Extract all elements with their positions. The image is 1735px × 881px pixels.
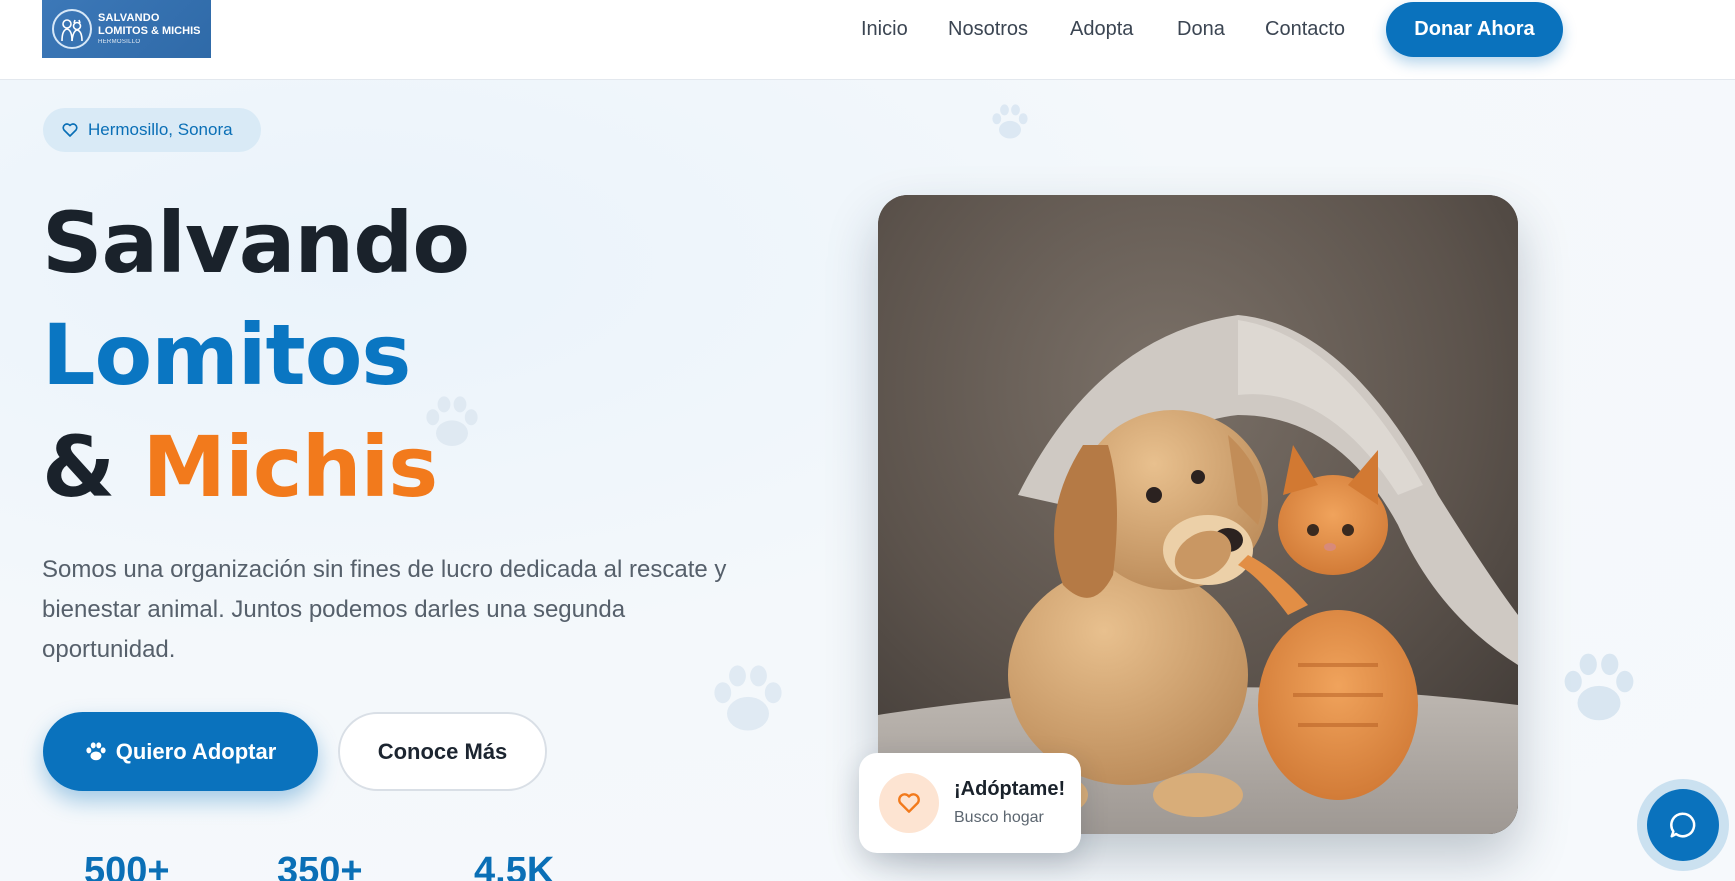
heart-icon — [62, 123, 78, 137]
hero-title-ampersand: & — [42, 418, 115, 516]
hero-image-puppy-kitten — [878, 195, 1518, 834]
hero-title-line-3: Michis — [142, 418, 439, 516]
site-header: SALVANDO LOMITOS & MICHIS HERMOSILLO Ini… — [0, 0, 1735, 80]
paw-print-decoration-icon — [1564, 653, 1634, 721]
adopt-button[interactable]: Quiero Adoptar — [43, 712, 318, 791]
chat-widget — [1637, 779, 1729, 871]
paw-icon — [86, 741, 106, 760]
nav-link-adopta[interactable]: Adopta — [1070, 18, 1133, 41]
nav-link-nosotros[interactable]: Nosotros — [948, 18, 1028, 41]
paw-print-decoration-icon — [992, 104, 1028, 139]
main-nav: Inicio Nosotros Adopta Dona Contacto Don… — [0, 0, 1735, 58]
learn-more-button[interactable]: Conoce Más — [338, 712, 547, 791]
hero-title: Salvando Lomitos & Michis — [42, 187, 470, 523]
adopt-card-title: ¡Adóptame! — [954, 778, 1066, 800]
heart-icon — [898, 793, 920, 813]
chat-button[interactable] — [1647, 789, 1719, 861]
hero-description: Somos una organización sin fines de lucr… — [42, 556, 727, 663]
nav-link-dona[interactable]: Dona — [1177, 18, 1225, 41]
chat-bubble-icon — [1670, 812, 1696, 838]
stat-value: 350+ — [277, 850, 363, 881]
stat-value: 500+ — [84, 850, 170, 881]
hero-title-line-1: Salvando — [42, 194, 470, 292]
hero-title-line-2: Lomitos — [42, 306, 411, 404]
adopt-card-subtitle: Busco hogar — [954, 809, 1044, 826]
stat-value: 4.5K — [474, 850, 555, 881]
adopt-me-card[interactable]: ¡Adóptame! Busco hogar — [859, 753, 1081, 853]
adopt-button-label: Quiero Adoptar — [115, 738, 277, 764]
location-text: Hermosillo, Sonora — [88, 120, 233, 139]
nav-link-inicio[interactable]: Inicio — [861, 18, 908, 41]
adopt-heart-badge — [879, 773, 939, 833]
donate-now-button[interactable]: Donar Ahora — [1386, 2, 1563, 57]
nav-link-contacto[interactable]: Contacto — [1265, 18, 1345, 41]
location-badge: Hermosillo, Sonora — [43, 108, 261, 152]
